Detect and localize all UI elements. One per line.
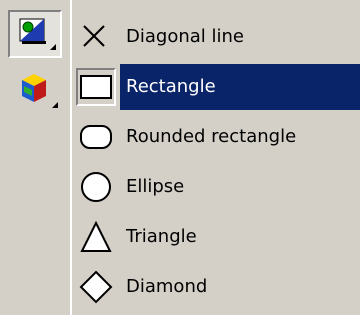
menu-item-label: Rounded rectangle <box>126 126 297 147</box>
dropdown-arrow-icon <box>50 44 56 50</box>
3d-tool-button[interactable] <box>8 66 62 114</box>
drawing-toolbar <box>0 0 70 315</box>
diagonal-line-icon <box>76 18 116 56</box>
rounded-rectangle-icon <box>76 118 116 156</box>
menu-item-rectangle[interactable]: Rectangle <box>72 64 360 110</box>
shape-tool-button[interactable] <box>8 10 62 58</box>
shape-menu: Diagonal line Rectangle Rounded rectangl… <box>72 14 360 315</box>
menu-item-label: Triangle <box>126 226 197 247</box>
menu-item-label: Rectangle <box>126 76 216 97</box>
3d-cube-tool-icon <box>22 74 58 108</box>
diamond-icon <box>76 268 116 306</box>
shape-tool-icon <box>19 18 56 50</box>
menu-item-ellipse[interactable]: Ellipse <box>72 164 360 210</box>
menu-item-label: Ellipse <box>126 176 185 197</box>
dropdown-arrow-icon <box>52 102 58 108</box>
menu-item-diamond[interactable]: Diamond <box>72 264 360 310</box>
menu-item-rounded-rectangle[interactable]: Rounded rectangle <box>72 114 360 160</box>
rectangle-icon <box>76 68 116 106</box>
menu-item-triangle[interactable]: Triangle <box>72 214 360 260</box>
menu-item-label: Diagonal line <box>126 26 244 47</box>
ellipse-icon <box>76 168 116 206</box>
menu-item-diagonal-line[interactable]: Diagonal line <box>72 14 360 60</box>
menu-item-label: Diamond <box>126 276 208 297</box>
triangle-icon <box>76 218 116 256</box>
